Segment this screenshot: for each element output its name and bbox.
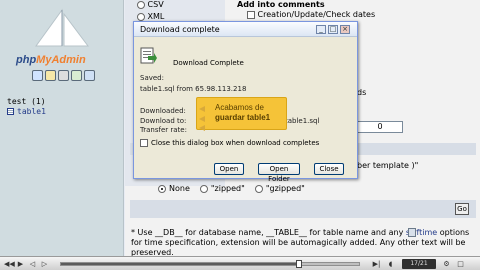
callout-arrow — [199, 106, 205, 112]
downloaded-label: Downloaded: — [140, 107, 186, 115]
nav-icon-bar — [32, 70, 95, 81]
query-window-icon[interactable] — [58, 70, 69, 81]
download-file-icon — [140, 47, 157, 64]
download-to-label: Download to: — [140, 117, 187, 125]
close-when-complete-label: Close this dialog box when download comp… — [151, 139, 320, 147]
help-text-part1: * Use __DB__ for database name, __TABLE_… — [131, 228, 406, 237]
compression-options: None "zipped" "gzipped" — [158, 184, 305, 193]
transfer-rate-label: Transfer rate: — [140, 126, 187, 134]
saved-label: Saved: — [140, 74, 164, 82]
download-to-filename: table1.sql — [285, 117, 320, 125]
home-icon[interactable] — [32, 70, 43, 81]
help-icon[interactable] — [84, 70, 95, 81]
filename-help-text: * Use __DB__ for database name, __TABLE_… — [131, 228, 476, 258]
format-option-xml[interactable]: XML — [137, 12, 164, 21]
docs-icon[interactable] — [71, 70, 82, 81]
frame-counter: 17/21 — [402, 259, 436, 269]
format-label-xml: XML — [147, 12, 165, 21]
number-input[interactable]: 0 — [357, 121, 403, 133]
fullscreen-icon[interactable]: □ — [456, 260, 465, 268]
format-radio-xml[interactable] — [137, 12, 145, 21]
download-heading: Download Complete — [173, 59, 244, 67]
hidden-option-fragment: ds — [357, 88, 367, 97]
template-text-fragment: ber template )" — [357, 161, 419, 170]
format-label-csv: CSV — [147, 0, 164, 9]
close-button[interactable]: Close — [314, 163, 344, 175]
compression-radio-zipped[interactable] — [199, 184, 208, 193]
sql-icon[interactable] — [45, 70, 56, 81]
seek-bar[interactable] — [60, 260, 360, 268]
phpmyadmin-logo[interactable]: phpMyAdmin — [10, 8, 114, 68]
open-folder-button[interactable]: Open Folder — [258, 163, 300, 183]
compression-label-zipped: "zipped" — [210, 184, 245, 193]
table-link-label: table1 — [17, 107, 46, 116]
documentation-icon[interactable] — [408, 228, 416, 237]
close-window-button[interactable]: × — [340, 25, 350, 34]
compression-label-none: None — [169, 184, 190, 193]
minimize-button[interactable]: _ — [316, 25, 326, 34]
rewind-icon[interactable]: ◀◀ — [4, 260, 15, 268]
screen: phpMyAdmin test (1) table1 CSV XML Add i… — [0, 0, 480, 270]
go-button[interactable]: Go — [455, 203, 469, 215]
dialog-title: Download complete — [140, 25, 220, 34]
comments-checkbox-label: Creation/Update/Check dates — [257, 10, 376, 19]
callout-line1: Acabamos de — [215, 103, 264, 112]
callout-arrow — [199, 125, 205, 131]
close-when-complete-option[interactable]: Close this dialog box when download comp… — [140, 139, 319, 147]
compression-zipped-option[interactable]: "zipped" — [199, 184, 245, 193]
compression-radio-gzipped[interactable] — [254, 184, 263, 193]
open-button[interactable]: Open — [214, 163, 244, 175]
compression-gzipped-option[interactable]: "gzipped" — [254, 184, 305, 193]
saved-value: table1.sql from 65.98.113.218 — [140, 85, 247, 93]
annotation-callout: Acabamos de guardar table1 — [196, 97, 287, 131]
comments-checkbox[interactable] — [247, 10, 255, 19]
sail-logo-icon — [35, 8, 89, 47]
database-link[interactable]: test (1) — [7, 97, 46, 106]
logo-brand: MyAdmin — [36, 54, 86, 66]
format-option-csv[interactable]: CSV — [137, 0, 164, 9]
volume-icon[interactable]: ◖ — [386, 260, 395, 268]
callout-arrow — [199, 116, 205, 122]
compression-radio-none[interactable] — [158, 184, 166, 193]
navigation-pane: phpMyAdmin test (1) table1 — [0, 0, 124, 256]
comments-option[interactable]: Creation/Update/Check dates — [247, 10, 375, 19]
seek-thumb[interactable] — [296, 260, 303, 268]
compression-none-option[interactable]: None — [158, 184, 190, 193]
submit-band — [130, 200, 476, 218]
table-icon — [7, 108, 14, 115]
forward-icon[interactable]: ▷ — [40, 260, 49, 268]
video-player-bar: ◀◀ ▶ ◁ ▷ ▶| ◖ 17/21 ⚙ □ — [0, 256, 480, 270]
settings-icon[interactable]: ⚙ — [442, 260, 451, 268]
dialog-titlebar[interactable]: Download complete _ □ × — [134, 22, 357, 37]
play-icon[interactable]: ▶ — [16, 260, 25, 268]
table-link[interactable]: table1 — [7, 107, 46, 116]
logo-text: phpMyAdmin — [16, 54, 86, 66]
end-icon[interactable]: ▶| — [372, 260, 381, 268]
seek-progress — [61, 263, 300, 265]
comments-heading: Add into comments — [237, 0, 325, 9]
callout-line2: guardar table1 — [215, 113, 271, 122]
maximize-button[interactable]: □ — [328, 25, 338, 34]
logo-prefix: php — [16, 54, 37, 66]
close-when-complete-checkbox[interactable] — [140, 139, 148, 147]
compression-label-gzipped: "gzipped" — [265, 184, 305, 193]
back-icon[interactable]: ◁ — [28, 260, 37, 268]
format-radio-csv[interactable] — [137, 0, 145, 9]
